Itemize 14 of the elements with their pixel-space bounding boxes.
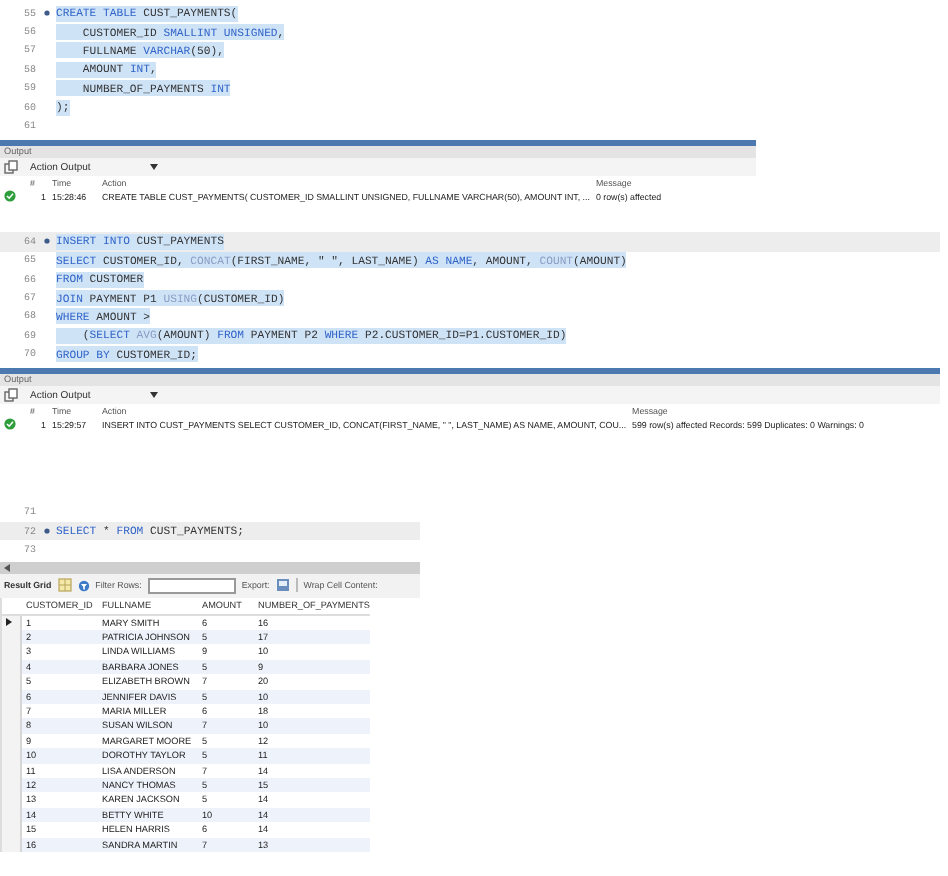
left-arrow-icon[interactable] [4, 563, 10, 572]
grid-icon[interactable] [57, 578, 72, 593]
copy-icon[interactable] [4, 160, 18, 175]
caret-icon [150, 392, 159, 399]
scrollbar[interactable] [0, 561, 420, 574]
filter-icon[interactable] [77, 579, 90, 592]
copy-icon[interactable] [4, 388, 18, 403]
filter-field[interactable] [147, 577, 236, 594]
statement-dot-icon [43, 238, 49, 245]
row-pointer-icon [6, 618, 12, 627]
statement-dot-icon [43, 10, 49, 17]
statement-dot-icon [43, 528, 49, 535]
caret-icon [150, 164, 159, 171]
export-icon[interactable] [275, 578, 290, 593]
